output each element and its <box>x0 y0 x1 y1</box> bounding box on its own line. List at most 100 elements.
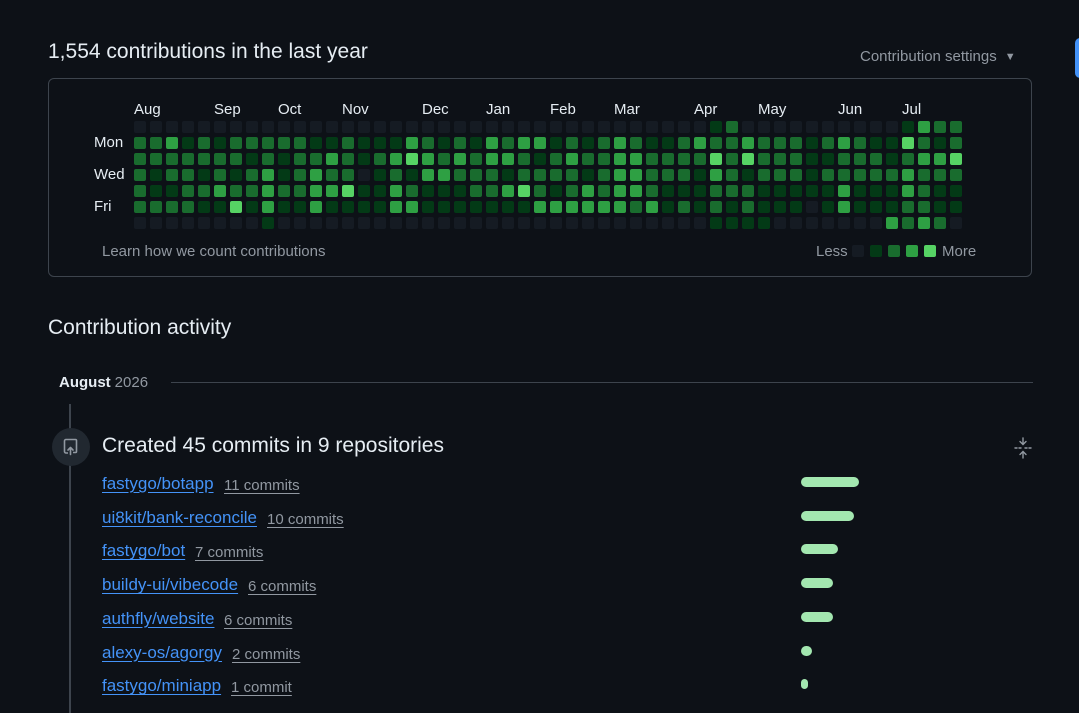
contribution-day-cell[interactable] <box>774 169 786 181</box>
contribution-day-cell[interactable] <box>342 121 354 133</box>
contribution-day-cell[interactable] <box>758 153 770 165</box>
contribution-day-cell[interactable] <box>294 137 306 149</box>
contribution-day-cell[interactable] <box>518 137 530 149</box>
contribution-day-cell[interactable] <box>262 201 274 213</box>
contribution-day-cell[interactable] <box>518 169 530 181</box>
repo-link[interactable]: buildy-ui/vibecode <box>102 575 238 595</box>
contribution-day-cell[interactable] <box>502 169 514 181</box>
contribution-day-cell[interactable] <box>438 185 450 197</box>
contribution-day-cell[interactable] <box>310 201 322 213</box>
contribution-day-cell[interactable] <box>646 201 658 213</box>
contribution-day-cell[interactable] <box>486 217 498 229</box>
contribution-day-cell[interactable] <box>486 153 498 165</box>
contribution-day-cell[interactable] <box>134 217 146 229</box>
contribution-day-cell[interactable] <box>598 217 610 229</box>
contribution-day-cell[interactable] <box>374 217 386 229</box>
contribution-day-cell[interactable] <box>438 137 450 149</box>
contribution-day-cell[interactable] <box>630 185 642 197</box>
contribution-day-cell[interactable] <box>406 201 418 213</box>
contribution-day-cell[interactable] <box>742 121 754 133</box>
contribution-day-cell[interactable] <box>326 169 338 181</box>
contribution-day-cell[interactable] <box>182 201 194 213</box>
contribution-day-cell[interactable] <box>646 121 658 133</box>
contribution-day-cell[interactable] <box>566 153 578 165</box>
contribution-day-cell[interactable] <box>758 137 770 149</box>
repo-commit-count-link[interactable]: 6 commits <box>224 612 292 629</box>
contribution-day-cell[interactable] <box>662 121 674 133</box>
contribution-day-cell[interactable] <box>310 169 322 181</box>
contribution-day-cell[interactable] <box>886 169 898 181</box>
contribution-day-cell[interactable] <box>406 185 418 197</box>
contribution-day-cell[interactable] <box>326 185 338 197</box>
contribution-day-cell[interactable] <box>278 201 290 213</box>
contribution-day-cell[interactable] <box>726 201 738 213</box>
contribution-day-cell[interactable] <box>294 169 306 181</box>
contribution-day-cell[interactable] <box>166 201 178 213</box>
contribution-day-cell[interactable] <box>566 185 578 197</box>
contribution-day-cell[interactable] <box>502 217 514 229</box>
contribution-day-cell[interactable] <box>310 153 322 165</box>
contribution-day-cell[interactable] <box>902 185 914 197</box>
contribution-day-cell[interactable] <box>902 217 914 229</box>
contribution-day-cell[interactable] <box>518 121 530 133</box>
contribution-day-cell[interactable] <box>630 201 642 213</box>
contribution-day-cell[interactable] <box>662 201 674 213</box>
contribution-day-cell[interactable] <box>886 121 898 133</box>
contribution-day-cell[interactable] <box>374 201 386 213</box>
contribution-day-cell[interactable] <box>710 201 722 213</box>
contribution-day-cell[interactable] <box>550 137 562 149</box>
contribution-day-cell[interactable] <box>646 185 658 197</box>
contribution-day-cell[interactable] <box>742 153 754 165</box>
contribution-day-cell[interactable] <box>470 169 482 181</box>
contribution-day-cell[interactable] <box>886 201 898 213</box>
contribution-day-cell[interactable] <box>838 137 850 149</box>
contribution-day-cell[interactable] <box>246 153 258 165</box>
contribution-day-cell[interactable] <box>934 169 946 181</box>
contribution-day-cell[interactable] <box>854 201 866 213</box>
contribution-day-cell[interactable] <box>438 217 450 229</box>
repo-commit-count-link[interactable]: 2 commits <box>232 646 300 663</box>
contribution-day-cell[interactable] <box>262 185 274 197</box>
contribution-day-cell[interactable] <box>678 169 690 181</box>
contribution-day-cell[interactable] <box>566 121 578 133</box>
contribution-day-cell[interactable] <box>182 169 194 181</box>
contribution-day-cell[interactable] <box>710 185 722 197</box>
contribution-day-cell[interactable] <box>614 137 626 149</box>
contribution-day-cell[interactable] <box>230 169 242 181</box>
contribution-day-cell[interactable] <box>214 185 226 197</box>
contribution-day-cell[interactable] <box>342 137 354 149</box>
contribution-day-cell[interactable] <box>166 153 178 165</box>
contribution-day-cell[interactable] <box>294 217 306 229</box>
contribution-day-cell[interactable] <box>550 153 562 165</box>
contribution-day-cell[interactable] <box>358 153 370 165</box>
contribution-day-cell[interactable] <box>582 121 594 133</box>
contribution-day-cell[interactable] <box>854 185 866 197</box>
contribution-day-cell[interactable] <box>406 137 418 149</box>
contribution-day-cell[interactable] <box>374 137 386 149</box>
contribution-day-cell[interactable] <box>390 121 402 133</box>
contribution-day-cell[interactable] <box>246 185 258 197</box>
contribution-day-cell[interactable] <box>150 217 162 229</box>
contribution-day-cell[interactable] <box>534 185 546 197</box>
contribution-day-cell[interactable] <box>534 153 546 165</box>
contribution-day-cell[interactable] <box>646 137 658 149</box>
contribution-day-cell[interactable] <box>774 201 786 213</box>
contribution-day-cell[interactable] <box>358 137 370 149</box>
contribution-day-cell[interactable] <box>262 121 274 133</box>
contribution-day-cell[interactable] <box>630 153 642 165</box>
contribution-day-cell[interactable] <box>598 121 610 133</box>
contribution-day-cell[interactable] <box>374 153 386 165</box>
contribution-day-cell[interactable] <box>838 217 850 229</box>
contribution-day-cell[interactable] <box>710 137 722 149</box>
contribution-day-cell[interactable] <box>870 217 882 229</box>
contribution-day-cell[interactable] <box>134 201 146 213</box>
contribution-day-cell[interactable] <box>134 153 146 165</box>
contribution-day-cell[interactable] <box>598 185 610 197</box>
contribution-day-cell[interactable] <box>486 185 498 197</box>
contribution-day-cell[interactable] <box>582 185 594 197</box>
contribution-day-cell[interactable] <box>774 185 786 197</box>
contribution-day-cell[interactable] <box>806 217 818 229</box>
contribution-day-cell[interactable] <box>918 185 930 197</box>
contribution-day-cell[interactable] <box>326 217 338 229</box>
contribution-day-cell[interactable] <box>294 153 306 165</box>
